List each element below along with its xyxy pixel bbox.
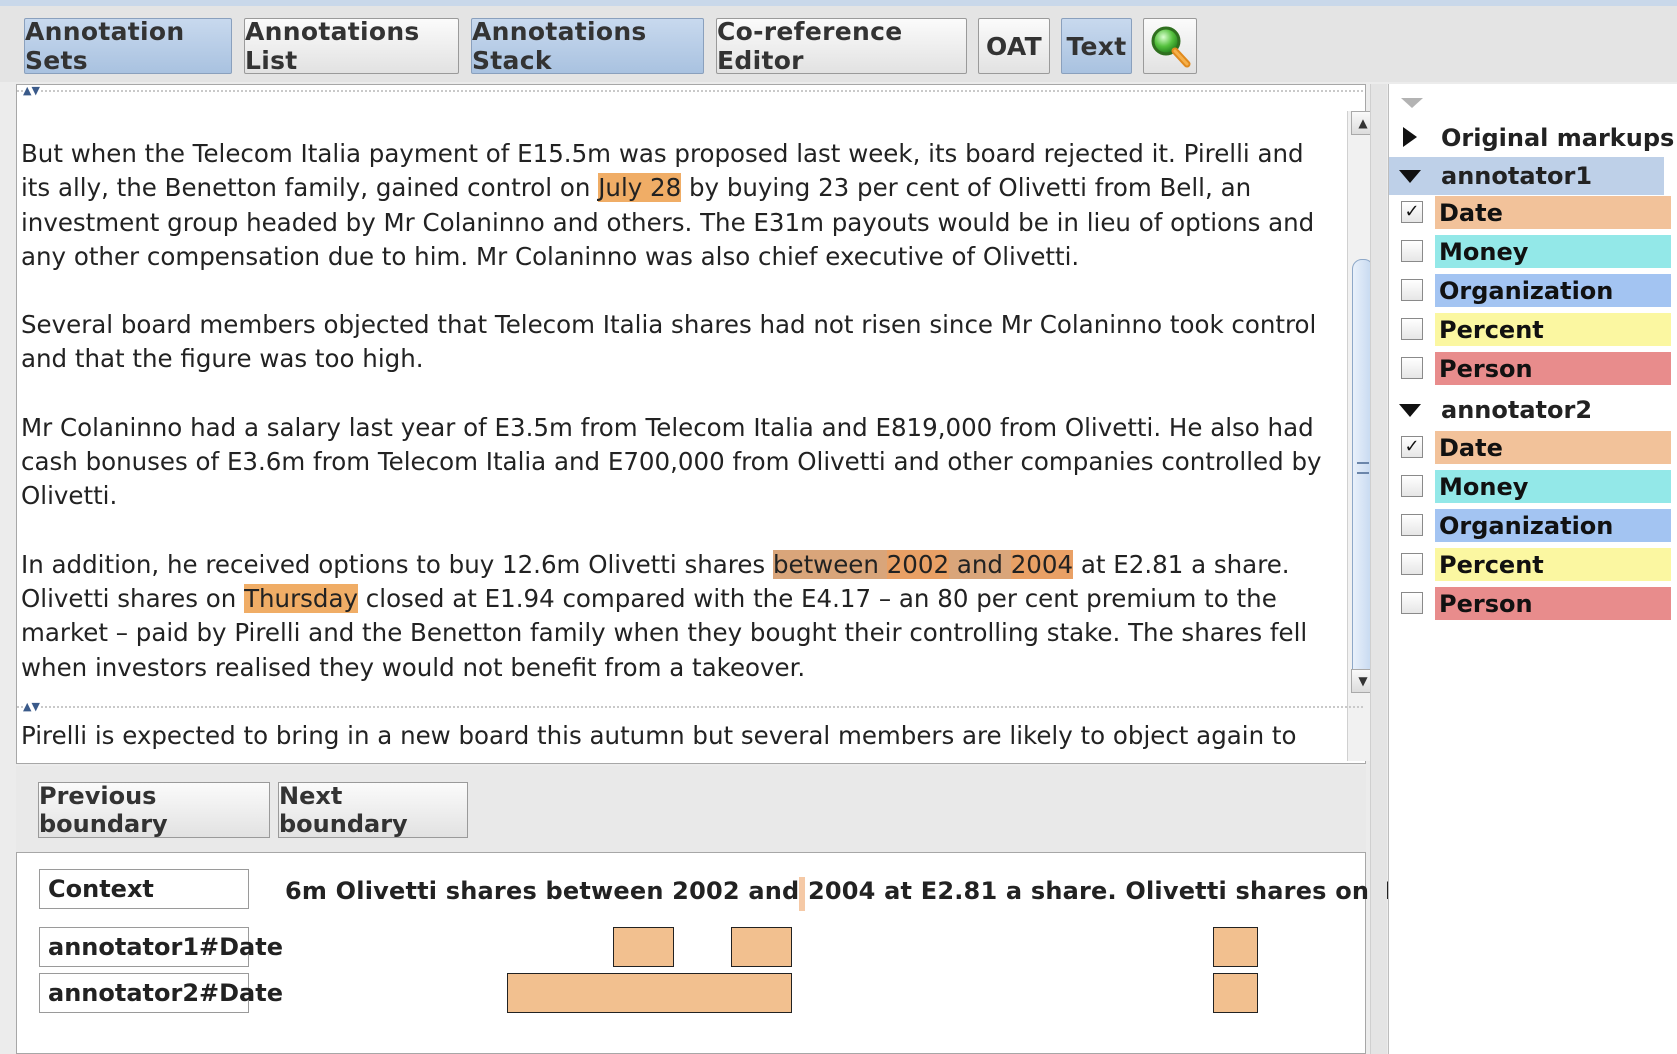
checkbox-a2-organization[interactable] [1401, 514, 1423, 536]
checkbox-a1-date[interactable]: ✓ [1401, 201, 1423, 223]
oat-button[interactable]: OAT [978, 18, 1050, 74]
annotation-box-a2-thursday[interactable] [1213, 973, 1258, 1013]
annotation-sets-sidebar: Original markups annotator1 ✓ Date Money… [1388, 84, 1677, 1054]
annotation-box-a1-2004[interactable] [731, 927, 792, 967]
context-text: 6m Olivetti shares between 2002 and 2004… [285, 877, 1429, 905]
date-annotation-2002[interactable]: 2002 [886, 549, 950, 579]
type-row-a2-organization[interactable]: Organization [1389, 507, 1677, 545]
context-label: Context [39, 869, 249, 909]
group-annotator2[interactable]: annotator2 [1389, 391, 1677, 429]
paragraph-5: Pirelli is expected to bring in a new bo… [21, 720, 1297, 757]
annotation-box-a2-between[interactable] [507, 973, 792, 1013]
next-boundary-button[interactable]: Next boundary [278, 782, 468, 838]
vertical-split-divider[interactable] [1370, 84, 1387, 1054]
search-button[interactable] [1143, 18, 1197, 74]
type-row-a1-organization[interactable]: Organization [1389, 272, 1677, 310]
annotation-sets-button[interactable]: Annotation Sets [24, 17, 232, 75]
type-label-a1-person: Person [1435, 352, 1671, 385]
type-label-a2-person: Person [1435, 587, 1671, 620]
expand-down-icon[interactable] [1399, 170, 1421, 183]
type-label-a2-percent: Percent [1435, 548, 1671, 581]
checkbox-a2-money[interactable] [1401, 475, 1423, 497]
split-arrows-icon[interactable]: ▲▼ [23, 85, 40, 97]
type-label-a1-date: Date [1435, 196, 1671, 229]
type-label-a1-organization: Organization [1435, 274, 1671, 307]
date-annotation-between[interactable]: between 2002 and 2004 [772, 549, 1074, 579]
checkbox-a1-organization[interactable] [1401, 279, 1423, 301]
context-caret [799, 877, 805, 911]
annotation-stack-panel: Previous boundary Next boundary Context … [16, 766, 1429, 1054]
type-row-a2-percent[interactable]: Percent [1389, 546, 1677, 584]
magnifier-icon [1151, 26, 1191, 68]
document-text[interactable]: But when the Telecom Italia payment of E… [21, 137, 1331, 757]
type-row-a1-money[interactable]: Money [1389, 233, 1677, 271]
text-button[interactable]: Text [1061, 18, 1132, 74]
stack-view: Context 6m Olivetti shares between 2002 … [16, 852, 1429, 1054]
date-annotation-july-28[interactable]: July 28 [598, 173, 682, 203]
row-label-annotator2-date: annotator2#Date [39, 973, 283, 1013]
group-annotator1[interactable]: annotator1 [1389, 157, 1664, 195]
type-row-a1-person[interactable]: Person [1389, 350, 1677, 388]
annotations-list-button[interactable]: Annotations List [244, 17, 459, 75]
collapse-arrow-icon[interactable] [1401, 98, 1423, 108]
annotations-stack-button[interactable]: Annotations Stack [471, 17, 704, 75]
type-label-a2-date: Date [1435, 431, 1671, 464]
type-row-a1-date[interactable]: ✓ Date [1389, 194, 1677, 232]
row-label-annotator1-date: annotator1#Date [39, 927, 283, 967]
group-original-markups[interactable]: Original markups [1389, 119, 1677, 157]
coreference-editor-button[interactable]: Co-reference Editor [716, 17, 967, 75]
paragraph-2: Several board members objected that Tele… [21, 310, 1317, 374]
annotation-box-a1-thursday[interactable] [1213, 927, 1258, 967]
type-row-a2-money[interactable]: Money [1389, 468, 1677, 506]
expand-down-icon-2[interactable] [1399, 404, 1421, 417]
toolbar: Annotation Sets Annotations List Annotat… [0, 0, 1677, 82]
previous-boundary-button[interactable]: Previous boundary [38, 782, 270, 838]
annotation-box-a1-2002[interactable] [613, 927, 674, 967]
split-divider-bottom[interactable] [17, 701, 1365, 713]
checkbox-a1-money[interactable] [1401, 240, 1423, 262]
checkbox-a2-person[interactable] [1401, 592, 1423, 614]
document-text-panel: ▲▼ But when the Telecom Italia payment o… [16, 84, 1378, 764]
split-arrows-icon-bottom[interactable]: ▲▼ [23, 701, 40, 713]
split-divider-top[interactable] [17, 85, 1365, 97]
type-row-a2-person[interactable]: Person [1389, 585, 1677, 623]
paragraph-3: Mr Colaninno had a salary last year of E… [21, 412, 1322, 511]
expand-right-icon[interactable] [1403, 127, 1417, 147]
checkbox-a1-percent[interactable] [1401, 318, 1423, 340]
type-row-a2-date[interactable]: ✓ Date [1389, 429, 1677, 467]
paragraph-1: But when the Telecom Italia payment of E… [21, 139, 1315, 271]
checkbox-a2-percent[interactable] [1401, 553, 1423, 575]
type-label-a2-organization: Organization [1435, 509, 1671, 542]
type-row-a1-percent[interactable]: Percent [1389, 311, 1677, 349]
paragraph-4: In addition, he received options to buy … [21, 549, 1308, 682]
date-annotation-2004[interactable]: 2004 [1010, 549, 1074, 579]
type-label-a1-money: Money [1435, 235, 1671, 268]
date-annotation-thursday[interactable]: Thursday [244, 583, 358, 613]
checkbox-a1-person[interactable] [1401, 357, 1423, 379]
grip-icon [1357, 462, 1369, 474]
type-label-a1-percent: Percent [1435, 313, 1671, 346]
checkbox-a2-date[interactable]: ✓ [1401, 436, 1423, 458]
type-label-a2-money: Money [1435, 470, 1671, 503]
